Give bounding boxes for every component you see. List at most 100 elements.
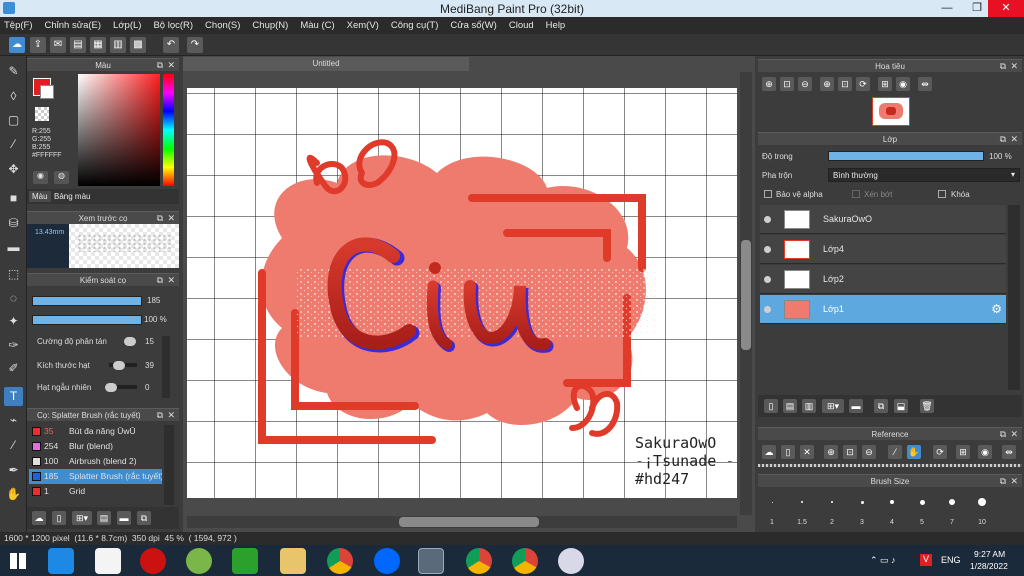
grain-knob[interactable] xyxy=(113,361,125,370)
rotate-icon[interactable]: ⟳ xyxy=(933,445,947,459)
grid-icon[interactable]: ▥ xyxy=(110,37,126,53)
chrome-profile-icon[interactable] xyxy=(466,548,492,574)
add-layer-icon[interactable]: ⊞▾ xyxy=(822,399,844,413)
file-icon[interactable] xyxy=(95,548,121,574)
clock-time[interactable]: 9:27 AM xyxy=(974,549,1005,559)
vertical-scroll-thumb[interactable] xyxy=(741,240,751,350)
brush-size-2[interactable]: 2 xyxy=(817,488,847,528)
app-icon[interactable] xyxy=(186,548,212,574)
menu-edit[interactable]: Chỉnh sửa(E) xyxy=(45,20,102,31)
cloud-brush-icon[interactable]: ☁ xyxy=(32,511,46,525)
eye-icon[interactable] xyxy=(764,246,771,253)
cloud-icon[interactable]: ☁ xyxy=(9,37,25,53)
clipping-checkbox[interactable] xyxy=(852,190,860,198)
vertical-scrollbar[interactable] xyxy=(740,72,752,515)
close-icon[interactable]: ✕ xyxy=(988,0,1024,17)
eye-icon[interactable] xyxy=(764,306,771,313)
eye-icon[interactable] xyxy=(764,216,771,223)
zoom-in-icon[interactable]: ⊕ xyxy=(762,77,776,91)
color-wheel-icon[interactable]: ◍ xyxy=(54,171,69,184)
share-icon[interactable]: ⇪ xyxy=(30,37,46,53)
document-icon[interactable]: ▦ xyxy=(90,37,106,53)
reset-icon[interactable]: ◉ xyxy=(978,445,992,459)
chrome-icon[interactable] xyxy=(327,548,353,574)
brush-size-5[interactable]: 5 xyxy=(907,488,937,528)
unikey-icon[interactable]: V xyxy=(920,554,932,566)
secondary-color-swatch[interactable] xyxy=(40,85,54,99)
layer-opacity-slider[interactable] xyxy=(828,151,984,161)
duplicate-layer-icon[interactable]: ⧉ xyxy=(874,399,888,413)
opera-icon[interactable] xyxy=(140,548,166,574)
close-icon[interactable]: ✕ xyxy=(800,445,814,459)
layer-row[interactable]: SakuraOwO xyxy=(760,205,1006,234)
select-pen-icon[interactable]: ✑ xyxy=(4,336,23,355)
copy-brush-icon[interactable]: ⧉ xyxy=(137,511,151,525)
fit-icon[interactable]: ⊡ xyxy=(780,77,794,91)
reset-rotate-icon[interactable]: ◉ xyxy=(896,77,910,91)
protect-alpha-checkbox[interactable] xyxy=(764,190,772,198)
scatter-knob[interactable] xyxy=(124,337,136,346)
menu-tools[interactable]: Công cụ(T) xyxy=(391,20,439,31)
brush-size-1-5[interactable]: 1.5 xyxy=(787,488,817,528)
tab-untitled[interactable]: Untitled xyxy=(183,57,469,71)
brush-size-3[interactable]: 3 xyxy=(847,488,877,528)
brush-item[interactable]: 254 Blur (blend) xyxy=(29,439,162,454)
redo-icon[interactable]: ↷ xyxy=(187,37,203,53)
zalo-icon[interactable] xyxy=(374,548,400,574)
horizontal-scroll-thumb[interactable] xyxy=(399,517,539,527)
brush-list-scrollbar[interactable] xyxy=(164,425,174,505)
rect-tool-icon[interactable]: ▢ xyxy=(4,111,23,130)
chrome-alt-icon[interactable] xyxy=(512,548,538,574)
flip-icon[interactable]: ⇹ xyxy=(1002,445,1016,459)
pen-tool-icon[interactable]: ⁄ xyxy=(4,135,23,154)
brush-size-10[interactable]: 10 xyxy=(967,488,997,528)
layer-row[interactable]: Lớp4 xyxy=(760,235,1006,264)
fit-screen-icon[interactable]: ⊞ xyxy=(878,77,892,91)
zoom-in-icon[interactable]: ⊕ xyxy=(824,445,838,459)
delete-layer-icon[interactable]: 🗑 xyxy=(920,399,934,413)
edit-brush-icon[interactable]: ▤ xyxy=(97,511,111,525)
brush-control-scrollbar[interactable] xyxy=(162,336,170,398)
move-tool-icon[interactable]: ✥ xyxy=(4,160,23,179)
folder-icon[interactable] xyxy=(280,548,306,574)
palette-icon[interactable]: ◉ xyxy=(33,171,48,184)
brush-item[interactable]: 35 Bút đa năng ŪwŪ xyxy=(29,424,162,439)
comment-icon[interactable]: ✉ xyxy=(50,37,66,53)
menu-help[interactable]: Help xyxy=(546,20,566,31)
folder-icon[interactable]: ▬ xyxy=(849,399,863,413)
undo-icon[interactable]: ↶ xyxy=(163,37,179,53)
menu-layer[interactable]: Lớp(L) xyxy=(113,20,141,31)
layer-row-selected[interactable]: Lớp1 ⚙ xyxy=(760,295,1006,324)
brush-size-slider[interactable] xyxy=(32,296,142,306)
menu-window[interactable]: Cửa sổ(W) xyxy=(450,20,496,31)
zoom-in-alt-icon[interactable]: ⊕ xyxy=(820,77,834,91)
internet-explorer-icon[interactable] xyxy=(48,548,74,574)
page-icon[interactable]: ▤ xyxy=(70,37,86,53)
blend-mode-select[interactable]: Bình thường ▾ xyxy=(828,168,1020,182)
open-icon[interactable]: ▯ xyxy=(781,445,795,459)
menu-select[interactable]: Chọn(S) xyxy=(205,20,240,31)
brush-size-4[interactable]: 4 xyxy=(877,488,907,528)
menu-cloud[interactable]: Cloud xyxy=(509,20,534,31)
random-knob[interactable] xyxy=(105,383,117,392)
tray-icons[interactable]: ⌃ ▭ ♪ xyxy=(870,555,896,566)
menu-file[interactable]: Tệp(F) xyxy=(4,20,33,31)
eye-icon[interactable] xyxy=(764,276,771,283)
brush-tool-icon[interactable]: ✎ xyxy=(4,62,23,81)
store-icon[interactable] xyxy=(232,548,258,574)
rotate-icon[interactable]: ⟳ xyxy=(856,77,870,91)
operation-tool-icon[interactable]: ⌁ xyxy=(4,411,23,430)
eraser-tool-icon[interactable]: ◊ xyxy=(4,87,23,106)
layer-scrollbar[interactable] xyxy=(1008,205,1020,390)
tab-palette[interactable]: Bảng màu xyxy=(54,192,90,201)
horizontal-scrollbar[interactable] xyxy=(187,516,737,528)
menu-snap[interactable]: Chụp(N) xyxy=(252,20,288,31)
select-eraser-icon[interactable]: ✐ xyxy=(4,359,23,378)
menu-view[interactable]: Xem(V) xyxy=(347,20,379,31)
brush-item[interactable]: 100 Airbrush (blend 2) xyxy=(29,454,162,469)
lasso-tool-icon[interactable]: ◌ xyxy=(4,289,23,308)
gear-icon[interactable]: ⚙ xyxy=(991,302,1002,316)
eyedropper-icon[interactable]: ⁄ xyxy=(888,445,902,459)
menu-color[interactable]: Màu (C) xyxy=(300,20,334,31)
new-layer-8bit-icon[interactable]: ▤ xyxy=(783,399,797,413)
